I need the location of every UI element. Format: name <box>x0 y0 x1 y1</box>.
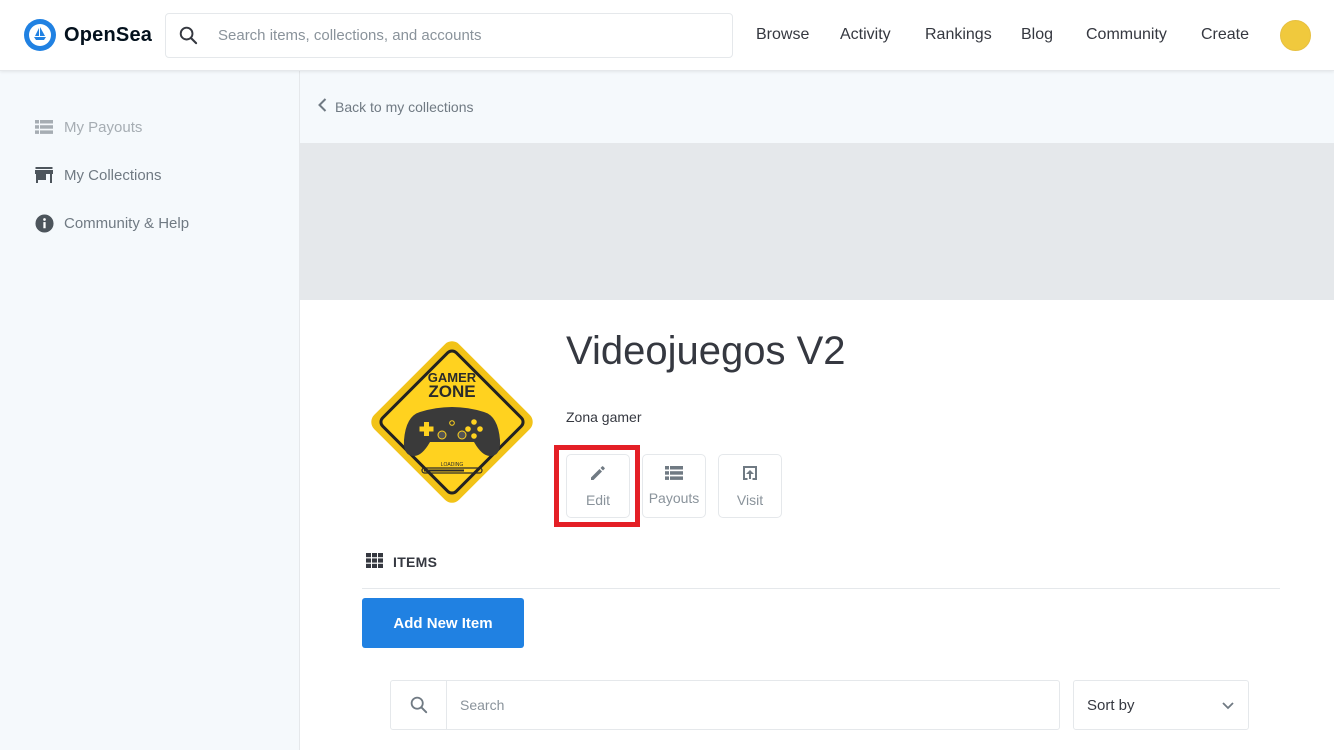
collection-page: Back to my collections GAMER ZONE LOADIN… <box>300 71 1334 750</box>
nav-activity[interactable]: Activity <box>840 26 891 44</box>
items-heading: ITEMS <box>393 554 438 570</box>
items-divider <box>362 588 1280 589</box>
edit-button-highlight <box>554 445 640 527</box>
add-new-item-button[interactable]: Add New Item <box>362 598 524 648</box>
nav-create[interactable]: Create <box>1201 26 1249 44</box>
sidebar: My Payouts My Collections Community & He… <box>0 71 300 750</box>
logo-text-zone: ZONE <box>428 382 475 401</box>
external-link-icon <box>741 464 759 487</box>
user-avatar[interactable] <box>1280 20 1311 51</box>
sort-by-dropdown[interactable]: Sort by <box>1073 680 1249 730</box>
info-icon <box>34 213 54 233</box>
visit-button-label: Visit <box>736 492 764 508</box>
collection-banner <box>300 143 1334 300</box>
items-search-input[interactable] <box>460 697 1040 713</box>
grid-icon <box>366 553 383 571</box>
opensea-logo[interactable]: OpenSea <box>24 19 152 51</box>
storefront-icon <box>34 165 54 185</box>
chevron-down-icon <box>1222 697 1234 714</box>
back-bar: Back to my collections <box>300 71 1334 143</box>
chevron-left-icon <box>318 98 327 115</box>
list-icon <box>665 466 683 485</box>
items-search[interactable] <box>390 680 1060 730</box>
payouts-button[interactable]: Payouts <box>642 454 706 518</box>
logo-text-loading: LOADING <box>441 462 464 468</box>
nav-blog[interactable]: Blog <box>1021 26 1053 44</box>
top-navigation-bar: OpenSea Browse Activity Rankings Blog Co… <box>0 0 1334 71</box>
collection-description: Zona gamer <box>566 409 642 425</box>
sort-by-label: Sort by <box>1087 696 1135 714</box>
nav-browse[interactable]: Browse <box>756 26 809 44</box>
items-section-header: ITEMS <box>366 553 437 571</box>
payouts-button-label: Payouts <box>648 490 700 506</box>
sidebar-item-label: My Payouts <box>64 118 143 136</box>
collection-title: Videojuegos V2 <box>566 329 846 373</box>
nav-rankings[interactable]: Rankings <box>925 26 992 44</box>
opensea-logo-icon <box>24 19 56 51</box>
nav-community[interactable]: Community <box>1086 26 1167 44</box>
search-icon <box>391 681 447 729</box>
sidebar-item-my-payouts[interactable]: My Payouts <box>34 117 142 137</box>
list-icon <box>34 117 54 137</box>
global-search-input[interactable] <box>218 27 718 44</box>
sidebar-item-label: Community & Help <box>64 214 190 232</box>
sidebar-item-my-collections[interactable]: My Collections <box>34 165 162 185</box>
visit-button[interactable]: Visit <box>718 454 782 518</box>
sidebar-item-label: My Collections <box>64 166 162 184</box>
sidebar-item-community-help[interactable]: Community & Help <box>34 213 189 233</box>
collection-logo-image: GAMER ZONE LOADING <box>362 332 542 512</box>
global-search[interactable] <box>165 13 733 58</box>
brand-name: OpenSea <box>64 23 153 46</box>
back-link-label: Back to my collections <box>335 98 474 115</box>
search-icon <box>166 26 210 45</box>
back-to-collections-link[interactable]: Back to my collections <box>318 98 474 115</box>
